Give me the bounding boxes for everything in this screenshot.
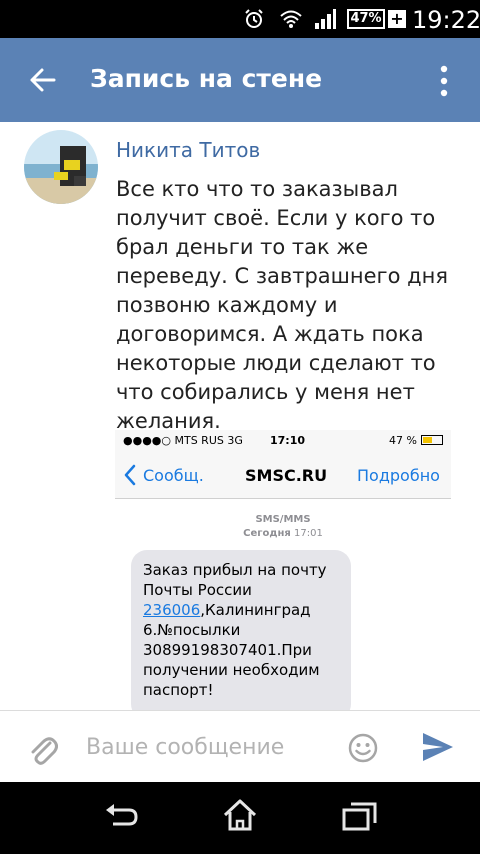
post-line: получит своё. Если у кого то [116, 206, 436, 230]
send-icon[interactable] [421, 731, 455, 763]
ios-battery-text: 47 % [389, 434, 417, 447]
battery-indicator: 47% [347, 9, 385, 29]
system-nav-bar [0, 782, 480, 854]
ios-details-label: Подробно [357, 466, 440, 485]
sms-date-time: 17:01 [293, 528, 323, 539]
post-line: что собирались у меня нет [116, 380, 415, 404]
post-text: Все кто что то заказывал получит своё. Е… [116, 175, 466, 436]
app-toolbar: Запись на стене [0, 38, 480, 122]
nav-home-icon[interactable] [222, 798, 258, 832]
nav-back-icon[interactable] [103, 802, 139, 830]
post-line: позвоню каждому и [116, 293, 338, 317]
chevron-left-icon [124, 464, 136, 486]
post-line: переведу. С завтрашнего дня [116, 264, 448, 288]
ios-battery-icon [421, 435, 443, 445]
emoji-icon[interactable] [348, 733, 378, 763]
signal-icon [315, 9, 336, 29]
attached-image[interactable]: ●●●●○ MTS RUS 3G 17:10 47 % Сообщ. SMSC.… [115, 430, 451, 710]
post-line: договоримся. А ждать пока [116, 322, 424, 346]
ios-status-bar: ●●●●○ MTS RUS 3G 17:10 47 % [115, 430, 451, 452]
sms-link: 236006 [143, 601, 201, 619]
post-line: брал деньги то так же [116, 235, 369, 259]
sms-date-label: Сегодня 17:01 [115, 528, 451, 539]
message-composer [0, 710, 480, 783]
sms-type-label: SMS/MMS [255, 514, 311, 525]
paperclip-icon[interactable] [28, 733, 58, 767]
wifi-icon [280, 10, 302, 28]
sms-text-part1: Заказ прибыл на почту Почты России [143, 561, 327, 599]
ios-carrier: ●●●●○ MTS RUS 3G [123, 434, 243, 447]
author-name[interactable]: Никита Титов [116, 138, 260, 162]
alarm-icon [245, 9, 263, 28]
charging-icon: + [388, 10, 406, 28]
sms-date-day: Сегодня [243, 528, 291, 539]
ios-title: SMSC.RU [245, 466, 328, 485]
page-title: Запись на стене [90, 64, 323, 93]
ios-back-label: Сообщ. [143, 466, 204, 485]
post-line: Все кто что то заказывал [116, 177, 398, 201]
post-line: некоторые люди сделают то [116, 351, 436, 375]
back-arrow-icon[interactable] [28, 66, 56, 94]
ios-time: 17:10 [270, 434, 306, 447]
more-vert-icon[interactable] [438, 64, 450, 98]
avatar[interactable] [24, 130, 98, 204]
ios-nav-bar: Сообщ. SMSC.RU Подробно [115, 452, 451, 499]
sms-bubble: Заказ прибыл на почту Почты России 23600… [131, 550, 351, 710]
message-input[interactable] [86, 729, 326, 765]
status-bar: 47% + 19:22 [0, 0, 480, 38]
nav-recents-icon[interactable] [342, 801, 378, 831]
status-time: 19:22 [412, 6, 480, 34]
